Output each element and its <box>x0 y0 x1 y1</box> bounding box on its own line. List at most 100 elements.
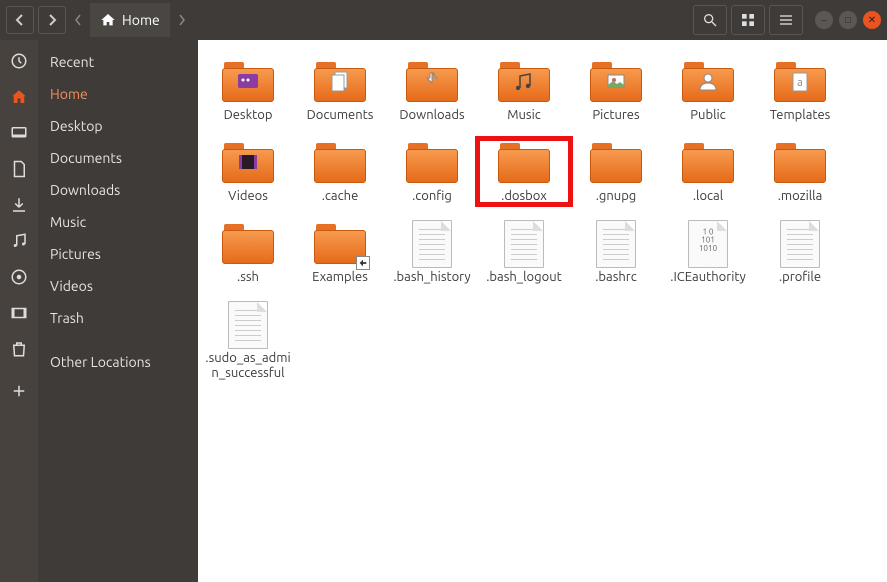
desktop-icon[interactable] <box>8 122 30 144</box>
file-profile[interactable]: .profile <box>754 220 846 285</box>
file-icon <box>772 220 828 268</box>
file-icon <box>220 301 276 349</box>
documents-icon[interactable] <box>8 158 30 180</box>
item-label: Downloads <box>399 108 464 123</box>
home-icon[interactable] <box>8 86 30 108</box>
hamburger-icon <box>778 12 794 28</box>
search-button[interactable] <box>693 5 727 35</box>
file-icon <box>404 220 460 268</box>
sidebar-item-desktop[interactable]: Desktop <box>38 110 198 142</box>
file-iceauthority[interactable]: .ICEauthority <box>662 220 754 285</box>
file-bash_logout[interactable]: .bash_logout <box>478 220 570 285</box>
folder-videos[interactable]: Videos <box>202 139 294 204</box>
trash-icon[interactable] <box>8 338 30 360</box>
folder-icon <box>588 139 644 187</box>
window-maximize-button[interactable]: □ <box>839 11 857 29</box>
sidebar-item-music[interactable]: Music <box>38 206 198 238</box>
folder-icon <box>312 220 368 268</box>
file-bashrc[interactable]: .bashrc <box>570 220 662 285</box>
folder-icon <box>772 139 828 187</box>
item-label: .local <box>693 189 723 204</box>
sidebar-item-other-locations[interactable]: Other Locations <box>38 346 198 378</box>
folder-cache[interactable]: .cache <box>294 139 386 204</box>
grid-icon <box>740 12 756 28</box>
item-label: Examples <box>312 270 368 285</box>
item-label: .ICEauthority <box>670 270 746 285</box>
sidebar-item-documents[interactable]: Documents <box>38 142 198 174</box>
item-label: Videos <box>228 189 268 204</box>
sidebar-item-label: Trash <box>50 310 84 326</box>
window-close-button[interactable]: ✕ <box>863 11 881 29</box>
file-sudo_as_admin_successful[interactable]: .sudo_as_admin_successful <box>202 301 294 381</box>
item-label: Documents <box>307 108 374 123</box>
sidebar-item-recent[interactable]: Recent <box>38 46 198 78</box>
file-bash_history[interactable]: .bash_history <box>386 220 478 285</box>
sidebar-item-label: Videos <box>50 278 93 294</box>
item-label: .gnupg <box>596 189 637 204</box>
path-separator-right <box>174 14 190 26</box>
sidebar-item-home[interactable]: Home <box>38 78 198 110</box>
window-minimize-button[interactable]: – <box>815 11 833 29</box>
folder-icon <box>772 58 828 106</box>
folder-icon <box>404 58 460 106</box>
folder-templates[interactable]: Templates <box>754 58 846 123</box>
folder-examples[interactable]: Examples <box>294 220 386 285</box>
folder-public[interactable]: Public <box>662 58 754 123</box>
folder-desktop[interactable]: Desktop <box>202 58 294 123</box>
file-icon <box>496 220 552 268</box>
folder-gnupg[interactable]: .gnupg <box>570 139 662 204</box>
folder-mozilla[interactable]: .mozilla <box>754 139 846 204</box>
folder-icon <box>680 139 736 187</box>
sidebar-item-trash[interactable]: Trash <box>38 302 198 334</box>
folder-music[interactable]: Music <box>478 58 570 123</box>
folder-icon <box>312 139 368 187</box>
item-label: .bash_history <box>393 270 470 285</box>
folder-icon <box>496 58 552 106</box>
sidebar-item-label: Pictures <box>50 246 101 262</box>
folder-icon <box>220 58 276 106</box>
videos-icon[interactable] <box>8 302 30 324</box>
sidebar-item-label: Home <box>50 86 88 102</box>
item-label: .config <box>412 189 452 204</box>
folder-local[interactable]: .local <box>662 139 754 204</box>
breadcrumb-home[interactable]: Home <box>90 3 170 37</box>
titlebar: Home – □ ✕ <box>0 0 887 40</box>
folder-icon <box>680 58 736 106</box>
sidebar-item-videos[interactable]: Videos <box>38 270 198 302</box>
nav-forward-button[interactable] <box>38 6 66 34</box>
sidebar-item-label: Desktop <box>50 118 103 134</box>
item-label: Pictures <box>592 108 639 123</box>
sidebar-item-downloads[interactable]: Downloads <box>38 174 198 206</box>
search-icon <box>702 12 718 28</box>
item-label: .bash_logout <box>486 270 562 285</box>
folder-documents[interactable]: Documents <box>294 58 386 123</box>
item-label: .sudo_as_admin_successful <box>204 351 292 381</box>
folder-dosbox[interactable]: .dosbox <box>478 139 570 204</box>
pictures-icon[interactable] <box>8 266 30 288</box>
folder-downloads[interactable]: Downloads <box>386 58 478 123</box>
item-label: .cache <box>322 189 359 204</box>
item-label: .dosbox <box>501 189 547 204</box>
sidebar-item-label: Documents <box>50 150 122 166</box>
home-icon <box>100 12 116 28</box>
view-toggle-button[interactable] <box>731 5 765 35</box>
downloads-icon[interactable] <box>8 194 30 216</box>
folder-config[interactable]: .config <box>386 139 478 204</box>
music-icon[interactable] <box>8 230 30 252</box>
sidebar-item-pictures[interactable]: Pictures <box>38 238 198 270</box>
file-icon <box>680 220 736 268</box>
item-label: .ssh <box>237 270 259 285</box>
folder-icon <box>404 139 460 187</box>
symlink-badge-icon <box>356 256 370 270</box>
folder-icon <box>220 220 276 268</box>
menu-button[interactable] <box>769 5 803 35</box>
item-label: Desktop <box>224 108 273 123</box>
other-locations-icon[interactable] <box>8 380 30 402</box>
folder-ssh[interactable]: .ssh <box>202 220 294 285</box>
nav-back-button[interactable] <box>6 6 34 34</box>
recent-icon[interactable] <box>8 50 30 72</box>
item-label: Music <box>507 108 541 123</box>
sidebar-item-label: Recent <box>50 54 94 70</box>
folder-pictures[interactable]: Pictures <box>570 58 662 123</box>
item-label: Public <box>690 108 725 123</box>
